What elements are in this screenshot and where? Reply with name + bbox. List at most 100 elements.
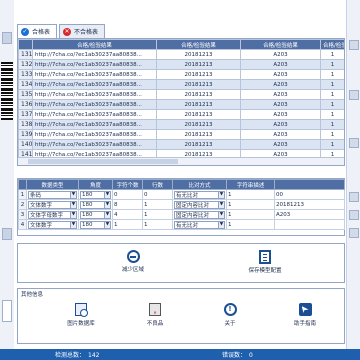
url-cell[interactable]: http://7cha.co/?ec1ab30237aa80838... xyxy=(32,139,157,150)
code-cell[interactable]: A203 xyxy=(240,79,321,90)
row-number[interactable]: 138 xyxy=(18,119,33,130)
code-cell[interactable]: A203 xyxy=(240,49,321,60)
scrollbar-thumb[interactable] xyxy=(28,159,178,164)
column-header[interactable]: 合格/检验结果 xyxy=(32,39,157,50)
string-value-cell[interactable]: 00 xyxy=(274,189,345,200)
date-cell[interactable]: 20181213 xyxy=(156,109,241,120)
config-row[interactable]: 2 文体数字 ▼ 180 ▼ 8 1 固定内容比对 ▼ 1 20181213 xyxy=(18,199,345,210)
row-number[interactable]: 134 xyxy=(18,79,33,90)
compare-mode-select[interactable]: 有无比对 ▼ xyxy=(174,190,225,199)
row-number[interactable]: 131 xyxy=(18,49,33,60)
table-row[interactable]: 136 http://7cha.co/?ec1ab30237aa80838... 2… xyxy=(18,99,344,110)
scroll-button[interactable] xyxy=(349,228,359,238)
scroll-button[interactable] xyxy=(349,210,359,220)
column-header[interactable]: 合格/检验结果 xyxy=(320,39,344,50)
char-count-cell[interactable]: 8 xyxy=(112,199,143,210)
code-cell[interactable]: A203 xyxy=(240,99,321,110)
char-count-cell[interactable]: 4 xyxy=(112,209,143,220)
angle-select[interactable]: 180 ▼ xyxy=(80,190,111,199)
url-cell[interactable]: http://7cha.co/?ec1ab30237aa80838... xyxy=(32,59,157,70)
config-row[interactable]: 3 文体字母数字 ▼ 180 ▼ 4 1 固定内容比对 ▼ 1 A203 xyxy=(18,209,345,220)
line-count-cell[interactable]: 1 xyxy=(142,199,173,210)
row-number[interactable]: 133 xyxy=(18,69,33,80)
table-row[interactable]: 131 http://7cha.co/?ec1ab30237aa80838... 2… xyxy=(18,49,344,60)
url-cell[interactable]: http://7cha.co/?ec1ab30237aa80838... xyxy=(32,99,157,110)
value-cell[interactable]: 1 xyxy=(320,89,344,100)
guide-button[interactable]: 助手指南 xyxy=(280,303,330,327)
table-row[interactable]: 132 http://7cha.co/?ec1ab30237aa80838... 2… xyxy=(18,59,344,70)
table-row[interactable]: 133 http://7cha.co/?ec1ab30237aa80838... 2… xyxy=(18,69,344,80)
code-cell[interactable]: A203 xyxy=(240,119,321,130)
column-header[interactable]: 合格/检验结果 xyxy=(240,39,321,50)
left-scroll-button[interactable] xyxy=(2,32,12,44)
string-value-cell[interactable] xyxy=(274,219,345,230)
data-type-select[interactable]: 文体数字 ▼ xyxy=(28,200,77,209)
row-number[interactable]: 132 xyxy=(18,59,33,70)
config-row[interactable]: 4 文体数字 ▼ 180 ▼ 1 1 有无比对 ▼ 1 xyxy=(18,219,345,230)
date-cell[interactable]: 20181213 xyxy=(156,139,241,150)
string-value-cell[interactable]: A203 xyxy=(274,209,345,220)
code-cell[interactable]: A203 xyxy=(240,109,321,120)
horizontal-scrollbar[interactable] xyxy=(18,157,344,165)
line-count-cell[interactable]: 0 xyxy=(142,189,173,200)
date-cell[interactable]: 20181213 xyxy=(156,69,241,80)
config-row-number[interactable]: 4 xyxy=(18,219,27,230)
row-number[interactable]: 139 xyxy=(18,129,33,140)
table-row[interactable]: 138 http://7cha.co/?ec1ab30237aa80838... 2… xyxy=(18,119,344,130)
url-cell[interactable]: http://7cha.co/?ec1ab30237aa80838... xyxy=(32,109,157,120)
value-cell[interactable]: 1 xyxy=(320,109,344,120)
table-row[interactable]: 135 http://7cha.co/?ec1ab30237aa80838... 2… xyxy=(18,89,344,100)
save-model-button[interactable]: 保存模型配置 xyxy=(240,250,290,274)
url-cell[interactable]: http://7cha.co/?ec1ab30237aa80838... xyxy=(32,79,157,90)
column-header[interactable]: 合格/检验结果 xyxy=(156,39,241,50)
string-desc-cell[interactable]: 1 xyxy=(226,219,275,230)
scroll-button[interactable] xyxy=(349,192,359,202)
angle-select[interactable]: 180 ▼ xyxy=(80,200,111,209)
line-count-cell[interactable]: 1 xyxy=(142,219,173,230)
code-cell[interactable]: A203 xyxy=(240,139,321,150)
angle-select[interactable]: 180 ▼ xyxy=(80,220,111,229)
config-row-number[interactable]: 2 xyxy=(18,199,27,210)
row-number[interactable]: 140 xyxy=(18,139,33,150)
date-cell[interactable]: 20181213 xyxy=(156,99,241,110)
table-row[interactable]: 134 http://7cha.co/?ec1ab30237aa80838... 2… xyxy=(18,79,344,90)
char-count-cell[interactable]: 1 xyxy=(112,219,143,230)
date-cell[interactable]: 20181213 xyxy=(156,49,241,60)
char-count-cell[interactable]: 0 xyxy=(112,189,143,200)
scroll-button[interactable] xyxy=(349,90,359,100)
left-scroll-button[interactable] xyxy=(2,228,12,240)
value-cell[interactable]: 1 xyxy=(320,59,344,70)
value-cell[interactable]: 1 xyxy=(320,119,344,130)
row-number[interactable]: 137 xyxy=(18,109,33,120)
table-row[interactable]: 140 http://7cha.co/?ec1ab30237aa80838... 2… xyxy=(18,139,344,150)
string-desc-cell[interactable]: 1 xyxy=(226,189,275,200)
value-cell[interactable]: 1 xyxy=(320,99,344,110)
reduce-area-button[interactable]: 减少区域 xyxy=(108,250,158,273)
value-cell[interactable]: 1 xyxy=(320,129,344,140)
code-cell[interactable]: A203 xyxy=(240,69,321,80)
row-number[interactable]: 136 xyxy=(18,99,33,110)
url-cell[interactable]: http://7cha.co/?ec1ab30237aa80838... xyxy=(32,129,157,140)
date-cell[interactable]: 20181213 xyxy=(156,89,241,100)
about-button[interactable]: ! 关于 xyxy=(205,303,255,327)
url-cell[interactable]: http://7cha.co/?ec1ab30237aa80838... xyxy=(32,69,157,80)
row-number[interactable]: 135 xyxy=(18,89,33,100)
scroll-down-button[interactable] xyxy=(349,138,359,148)
table-row[interactable]: 137 http://7cha.co/?ec1ab30237aa80838... 2… xyxy=(18,109,344,120)
date-cell[interactable]: 20181213 xyxy=(156,59,241,70)
angle-select[interactable]: 180 ▼ xyxy=(80,210,111,219)
defect-button[interactable]: ✕ 不良品 xyxy=(130,303,180,327)
code-cell[interactable]: A203 xyxy=(240,89,321,100)
config-row[interactable]: 1 条码 ▼ 180 ▼ 0 0 有无比对 ▼ 1 00 xyxy=(18,189,345,200)
tab-pass[interactable]: ✓ 合格表 xyxy=(17,24,58,38)
string-desc-cell[interactable]: 1 xyxy=(226,209,275,220)
url-cell[interactable]: http://7cha.co/?ec1ab30237aa80838... xyxy=(32,119,157,130)
value-cell[interactable]: 1 xyxy=(320,139,344,150)
code-cell[interactable]: A203 xyxy=(240,129,321,140)
compare-mode-select[interactable]: 固定内容比对 ▼ xyxy=(174,200,225,209)
config-row-number[interactable]: 1 xyxy=(18,189,27,200)
data-type-select[interactable]: 文体字母数字 ▼ xyxy=(28,210,77,219)
date-cell[interactable]: 20181213 xyxy=(156,79,241,90)
value-cell[interactable]: 1 xyxy=(320,49,344,60)
url-cell[interactable]: http://7cha.co/?ec1ab30237aa80838... xyxy=(32,89,157,100)
